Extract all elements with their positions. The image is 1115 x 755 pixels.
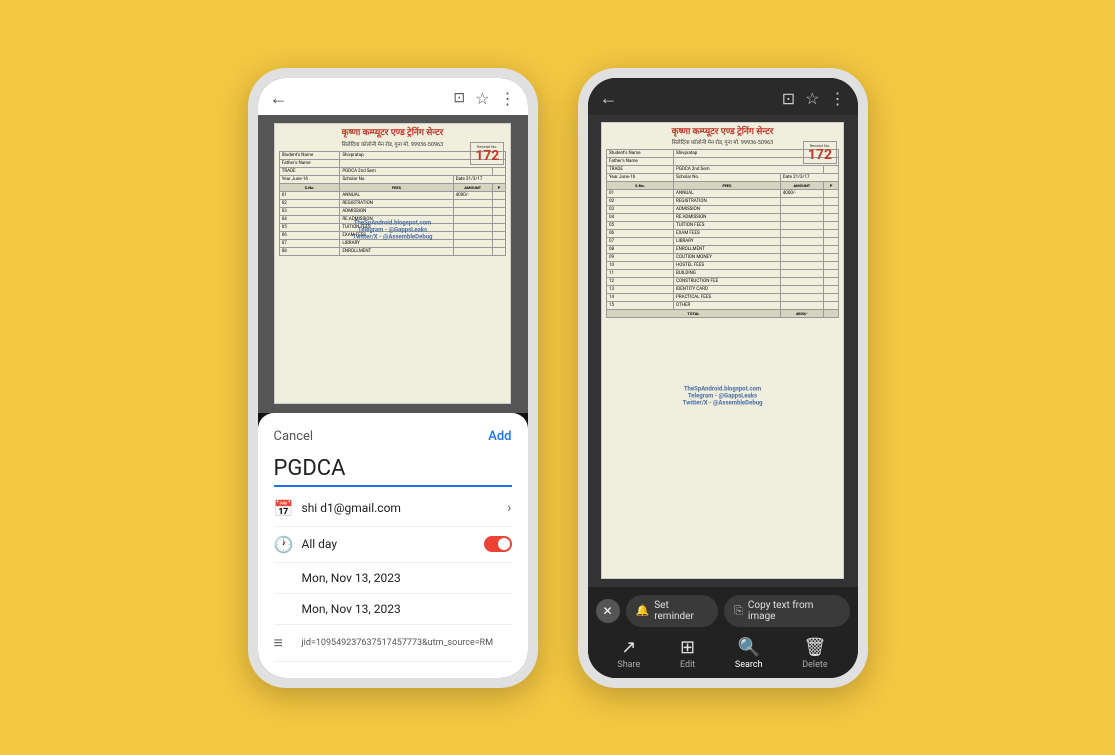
right-watermark-line1: TheSpAndroid.blogspot.com xyxy=(683,386,763,393)
sheet-title: PGDCA xyxy=(274,456,512,487)
left-phone: ← ⊡ ☆ ⋮ कृष्णा कम्प्यूटर एण्ड ट्रेनिंग स… xyxy=(248,68,538,688)
receipt-number: 172 xyxy=(475,149,499,163)
receipt-table: Student's NameShivpratap Father's Name T… xyxy=(279,151,507,256)
bottom-toolbar: ✕ 🔔 Set reminder ⎘ Copy text from image … xyxy=(588,587,858,678)
bottom-sheet: Cancel Add PGDCA 📅 shi d1@gmail.com › 🕐 … xyxy=(258,413,528,678)
dismiss-button[interactable]: ✕ xyxy=(596,599,620,623)
set-reminder-label: Set reminder xyxy=(654,600,708,622)
share-button[interactable]: ↗ Share xyxy=(617,637,640,670)
account-name: shi xyxy=(302,501,318,515)
chevron-icon: › xyxy=(507,500,511,516)
right-receipt-area: कृष्णा कम्प्यूटर एण्ड ट्रेनिंग सेन्टर सि… xyxy=(588,115,858,587)
share-label: Share xyxy=(617,660,640,670)
toolbar-bottom-row: ↗ Share ⊞ Edit 🔍 Search 🗑 Delete xyxy=(588,633,858,670)
right-receipt-table: Student's NameShivpratap Father's Name T… xyxy=(606,149,839,318)
right-watermark-line2: Telegram - @GappsLeaks xyxy=(683,393,763,400)
edit-button[interactable]: ⊞ Edit xyxy=(680,637,695,670)
delete-button[interactable]: 🗑 Delete xyxy=(802,637,827,670)
right-browser-bar: ← ⊡ ☆ ⋮ xyxy=(588,78,858,115)
receipt-document: कृष्णा कम्प्यूटर एण्ड ट्रेनिंग सेन्टर सि… xyxy=(274,123,512,403)
right-receipt-number-box: Receipt No. 172 xyxy=(803,141,837,164)
right-back-button[interactable]: ← xyxy=(600,88,618,109)
star-icon[interactable]: ☆ xyxy=(475,89,489,108)
right-star-icon[interactable]: ☆ xyxy=(805,89,819,108)
delete-icon: 🗑 xyxy=(804,637,827,658)
link-text: jid=109549237637517457773&utm_source=RM xyxy=(302,638,494,648)
menu-icon[interactable]: ⋮ xyxy=(500,89,516,108)
start-date: Mon, Nov 13, 2023 xyxy=(302,571,512,585)
sheet-cancel-button[interactable]: Cancel xyxy=(274,429,314,444)
cast-icon[interactable]: ⊡ xyxy=(453,90,465,106)
delete-label: Delete xyxy=(802,660,827,670)
sheet-add-button[interactable]: Add xyxy=(488,429,511,444)
left-browser-bar: ← ⊡ ☆ ⋮ xyxy=(258,78,528,115)
share-icon: ↗ xyxy=(621,637,636,658)
clock-icon: 🕐 xyxy=(274,535,294,554)
search-label: Search xyxy=(735,660,763,670)
receipt-header: कृष्णा कम्प्यूटर एण्ड ट्रेनिंग सेन्टर xyxy=(279,128,507,140)
copy-text-button[interactable]: ⎘ Copy text from image xyxy=(724,595,849,627)
date-row-2[interactable]: Mon, Nov 13, 2023 xyxy=(274,594,512,625)
copy-icon: ⎘ xyxy=(734,604,743,618)
allday-toggle[interactable] xyxy=(484,536,512,552)
right-receipt-number: 172 xyxy=(808,148,832,162)
right-phone: ← ⊡ ☆ ⋮ कृष्णा कम्प्यूटर एण्ड ट्रेनिंग स… xyxy=(578,68,868,688)
right-menu-icon[interactable]: ⋮ xyxy=(830,89,846,108)
toolbar-top-row: ✕ 🔔 Set reminder ⎘ Copy text from image xyxy=(588,591,858,633)
calendar-icon: 📅 xyxy=(274,499,294,518)
link-icon: ≡ xyxy=(274,633,294,653)
receipt-area: कृष्णा कम्प्यूटर एण्ड ट्रेनिंग सेन्टर सि… xyxy=(258,115,528,413)
right-watermark-line3: Twitter/X - @AssembleDebug xyxy=(683,400,763,407)
right-watermark: TheSpAndroid.blogspot.com Telegram - @Ga… xyxy=(683,386,763,407)
sheet-header: Cancel Add xyxy=(274,429,512,444)
allday-row[interactable]: 🕐 All day xyxy=(274,527,512,563)
account-email: d1@gmail.com xyxy=(320,501,401,515)
right-cast-icon[interactable]: ⊡ xyxy=(782,89,795,108)
receipt-number-box: Receipt No. 172 xyxy=(470,142,504,165)
link-row[interactable]: ≡ jid=109549237637517457773&utm_source=R… xyxy=(274,625,512,662)
copy-text-label: Copy text from image xyxy=(748,600,840,622)
set-reminder-button[interactable]: 🔔 Set reminder xyxy=(626,595,719,627)
right-receipt-document: कृष्णा कम्प्यूटर एण्ड ट्रेनिंग सेन्टर सि… xyxy=(601,122,844,580)
calendar-row[interactable]: 📅 shi d1@gmail.com › xyxy=(274,491,512,527)
reminder-icon: 🔔 xyxy=(636,604,650,617)
edit-icon: ⊞ xyxy=(680,637,695,658)
back-button[interactable]: ← xyxy=(270,88,288,109)
date-row-1[interactable]: Mon, Nov 13, 2023 xyxy=(274,563,512,594)
edit-label: Edit xyxy=(680,660,695,670)
search-button[interactable]: 🔍 Search xyxy=(735,637,763,670)
allday-label: All day xyxy=(302,537,476,551)
calendar-account: shi d1@gmail.com xyxy=(302,501,500,515)
right-receipt-header: कृष्णा कम्प्यूटर एण्ड ट्रेनिंग सेन्टर xyxy=(606,127,839,139)
end-date: Mon, Nov 13, 2023 xyxy=(302,602,512,616)
search-icon: 🔍 xyxy=(738,637,760,658)
